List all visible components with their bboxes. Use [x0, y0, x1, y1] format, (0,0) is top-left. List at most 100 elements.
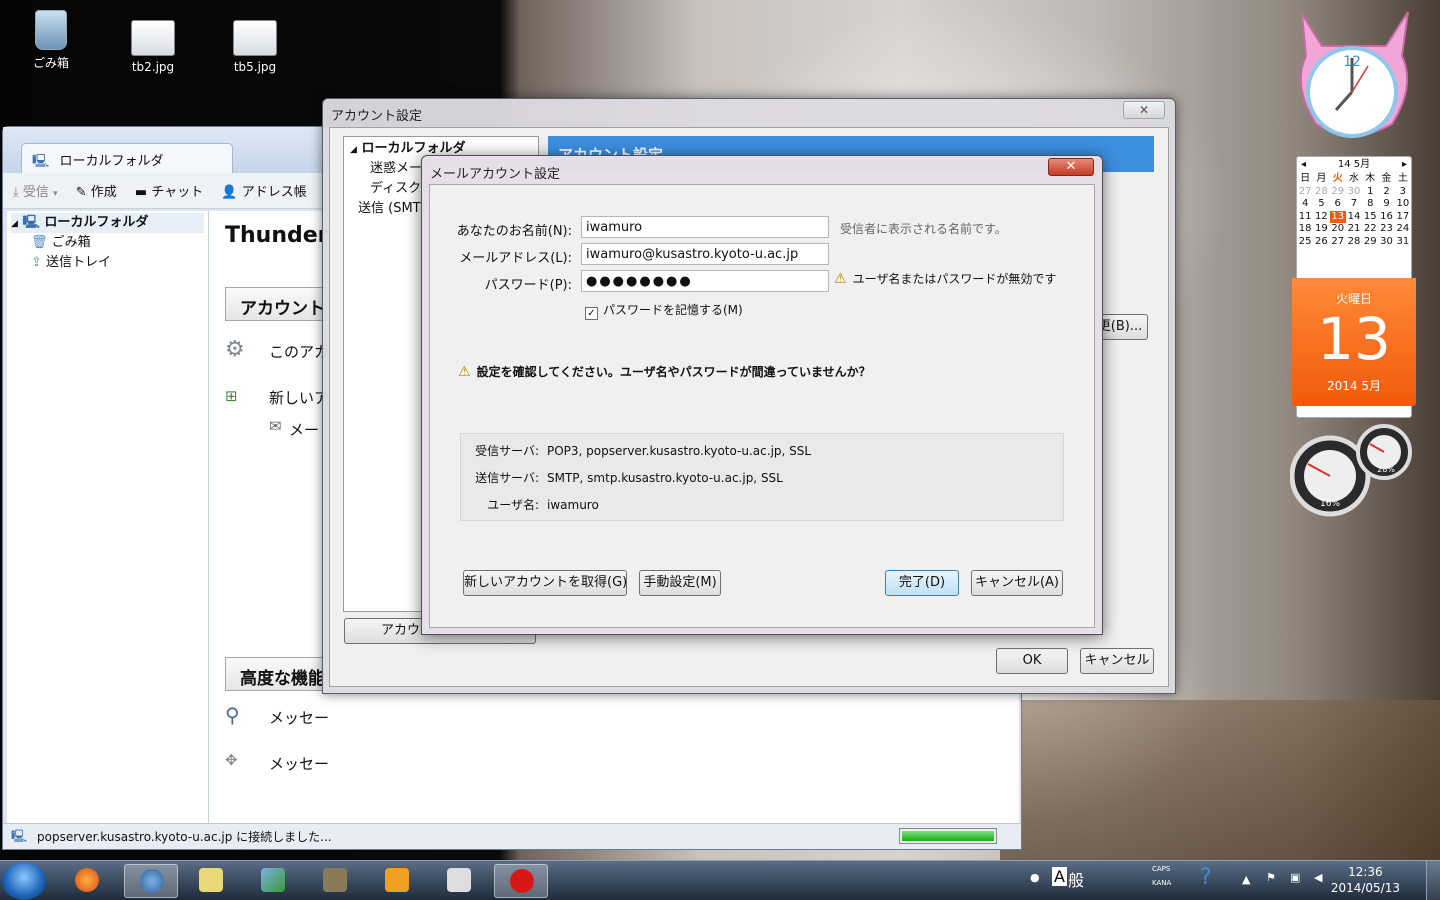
clock-gadget[interactable]: 12 [1292, 6, 1416, 146]
email-account-link[interactable]: メー [289, 419, 319, 440]
taskbar-network[interactable] [246, 864, 300, 898]
chat-button[interactable]: ▬ チャット [135, 185, 207, 200]
tab-local-folders[interactable]: 🖳 ローカルフォルダ [21, 143, 233, 173]
remember-password-checkbox[interactable]: ✓ パスワードを記憶する(M) [585, 301, 743, 320]
editor-icon [199, 868, 223, 892]
gear-icon: ⚙ [225, 337, 245, 362]
help-icon[interactable]: ? [1200, 865, 1212, 890]
taskbar: ● A 般 CAPS KANA ? ▲ ⚑ ▣ ◀ 12:36 2014/05/… [0, 860, 1440, 900]
taskbar-editor[interactable] [184, 864, 238, 898]
gimp-icon [323, 868, 347, 892]
folder-local[interactable]: ◢ 🖳 ローカルフォルダ [11, 213, 204, 233]
caps-indicator: CAPS [1152, 865, 1171, 873]
calendar-week: 27 28 29 30 1 2 3 [1298, 185, 1407, 197]
taskbar-paint[interactable] [494, 864, 548, 898]
section-advanced: 高度な機能 [225, 657, 335, 691]
addressbook-button[interactable]: 👤 アドレス帳 [221, 185, 306, 200]
image-file-icon [131, 20, 175, 56]
ok-button[interactable]: OK [996, 648, 1068, 674]
firefox-icon [75, 868, 99, 892]
memory-usage-label: 28% [1377, 465, 1395, 474]
ime-mode-indicator[interactable]: A [1052, 867, 1067, 886]
progress-fill [902, 831, 994, 841]
taskbar-thunderbird[interactable] [124, 864, 178, 898]
dialog-title: メールアカウント設定 [430, 167, 561, 182]
incoming-server-row: 受信サーバ: POP3, popserver.kusastro.kyoto-u.a… [475, 444, 812, 458]
done-button[interactable]: 完了(D) [885, 570, 959, 596]
search-icon: ⚲ [225, 703, 240, 727]
calendar-gadget[interactable]: ◂ 14 5月 ▸ 日 月 火 水 木 金 土 27 28 29 30 1 2 … [1292, 150, 1416, 418]
cpu-meter-gadget[interactable]: 16% 28% [1289, 420, 1414, 520]
window-title: アカウント設定 [331, 109, 423, 124]
manual-config-button[interactable]: 手動設定(M) [639, 570, 721, 596]
dialog-body: あなたのお名前(N): 受信者に表示される名前です。 メールアドレス(L): パ… [429, 184, 1095, 628]
envelope-icon: ✉ [269, 417, 282, 435]
name-label: あなたのお名前(N): [456, 224, 572, 239]
receive-button[interactable]: ⤓ 受信 ▾ [13, 185, 62, 200]
mail-account-setup-dialog: メールアカウント設定 ✕ あなたのお名前(N): 受信者に表示される名前です。 … [421, 155, 1103, 635]
network-icon [261, 868, 285, 892]
download-icon: ⤓ [13, 185, 19, 200]
email-field[interactable] [581, 243, 829, 265]
pencil-icon: ✎ [75, 185, 87, 200]
close-button[interactable]: ✕ [1048, 158, 1094, 176]
desktop-icon-tb5[interactable]: tb5.jpg [210, 20, 300, 74]
desktop-icon-recycle-bin[interactable]: ごみ箱 [6, 10, 96, 71]
start-button[interactable] [2, 862, 46, 900]
new-account-icon: ⊞ [225, 387, 238, 405]
folder-outbox[interactable]: ⇪ 送信トレイ [11, 253, 204, 273]
taskbar-media[interactable] [370, 864, 424, 898]
compose-button[interactable]: ✎ 作成 [76, 185, 121, 200]
action-center-icon[interactable]: ⚑ [1266, 871, 1276, 884]
taskbar-firefox[interactable] [60, 864, 114, 898]
password-label: パスワード(P): [484, 278, 572, 293]
calendar-week: 18 19 20 21 22 23 24 [1298, 223, 1410, 234]
get-new-account-button[interactable]: 新しいアカウントを取得(G) [463, 570, 627, 596]
status-icon: 🖳 [11, 829, 28, 843]
close-button[interactable]: ✕ [1123, 101, 1165, 119]
ime-kanji-indicator[interactable]: 般 [1068, 867, 1084, 891]
network-tray-icon[interactable]: ▣ [1290, 871, 1300, 884]
chevron-down-icon[interactable]: ▾ [53, 189, 58, 199]
next-month-icon[interactable]: ▸ [1402, 157, 1407, 173]
taskbar-x[interactable] [432, 864, 486, 898]
cancel-button[interactable]: キャンセル [1080, 648, 1154, 674]
warning-icon: ⚠ [834, 271, 847, 287]
cancel-button[interactable]: キャンセル(A) [971, 570, 1063, 596]
wallpaper-floor [1000, 700, 1440, 860]
folder-trash[interactable]: 🗑 ごみ箱 [11, 233, 204, 253]
outgoing-server-row: 送信サーバ: SMTP, smtp.kusastro.kyoto-u.ac.jp,… [475, 471, 783, 485]
taskbar-gimp[interactable] [308, 864, 362, 898]
config-warning: ⚠ 設定を確認してください。ユーザ名やパスワードが間違っていませんか？ [458, 364, 871, 380]
calendar-today: 13 [1329, 210, 1346, 223]
system-clock[interactable]: 12:36 2014/05/13 [1331, 864, 1400, 896]
view-settings-link[interactable]: このアカ [269, 341, 329, 362]
x-app-icon [447, 868, 471, 892]
show-desktop-button[interactable] [1426, 861, 1440, 900]
message-filters-link[interactable]: メッセー [269, 753, 329, 774]
password-field[interactable] [581, 270, 829, 292]
name-hint: 受信者に表示される名前です。 [840, 222, 1007, 236]
show-hidden-icons[interactable]: ▲ [1242, 873, 1250, 886]
folder-pane: ◢ 🖳 ローカルフォルダ 🗑 ごみ箱 ⇪ 送信トレイ [7, 211, 209, 823]
username-row: ユーザ名: iwamuro [487, 498, 599, 512]
image-file-icon [233, 20, 277, 56]
collapse-icon[interactable]: ◢ [11, 219, 18, 229]
checkbox-checked-icon[interactable]: ✓ [585, 307, 598, 320]
calendar-month-header: ◂ 14 5月 ▸ [1297, 157, 1411, 173]
desktop-icon-tb2[interactable]: tb2.jpg [108, 20, 198, 74]
name-field[interactable] [581, 216, 829, 238]
warning-icon: ⚠ [458, 364, 471, 380]
tray-flag-icon[interactable]: ● [1030, 871, 1040, 884]
volume-icon[interactable]: ◀ [1314, 871, 1322, 884]
kana-indicator: KANA [1152, 879, 1172, 887]
recycle-bin-icon [35, 10, 67, 50]
server-summary: 受信サーバ: POP3, popserver.kusastro.kyoto-u.a… [460, 433, 1064, 521]
thunderbird-icon [140, 869, 164, 893]
create-account-link[interactable]: 新しいア [269, 387, 329, 408]
calendar-week: 25 26 27 28 29 30 31 [1298, 235, 1410, 247]
prev-month-icon[interactable]: ◂ [1301, 157, 1306, 173]
cpu-usage-label: 16% [1320, 499, 1340, 509]
collapse-icon[interactable]: ◢ [350, 145, 357, 155]
search-messages-link[interactable]: メッセー [269, 707, 329, 728]
